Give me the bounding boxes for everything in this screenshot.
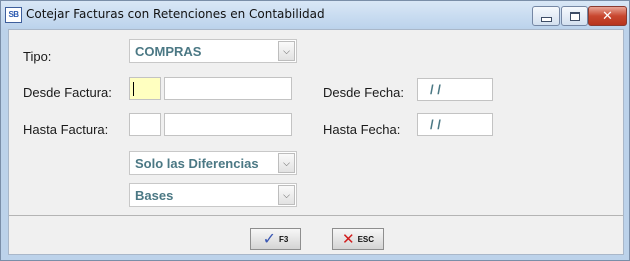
close-icon: ✕ xyxy=(602,8,613,24)
title-bar[interactable]: SB Cotejar Facturas con Retenciones en C… xyxy=(1,1,629,28)
cancel-esc-button[interactable]: ✕ ESC xyxy=(332,228,384,250)
filter-form: Tipo: COMPRAS ⌵ Desde Factura: Desde Fec… xyxy=(9,30,623,216)
desde-fecha-value: / / xyxy=(430,82,441,97)
hasta-fecha-label: Hasta Fecha: xyxy=(323,122,401,137)
app-icon[interactable]: SB xyxy=(5,7,22,23)
minimize-icon xyxy=(540,16,552,22)
desde-fecha-input[interactable]: / / xyxy=(417,78,493,101)
client-area: Tipo: COMPRAS ⌵ Desde Factura: Desde Fec… xyxy=(8,29,624,255)
chevron-down-icon[interactable]: ⌵ xyxy=(278,41,295,61)
chevron-down-icon[interactable]: ⌵ xyxy=(278,153,295,173)
chevron-down-icon[interactable]: ⌵ xyxy=(278,185,295,205)
close-button[interactable]: ✕ xyxy=(588,6,627,26)
red-x-icon: ✕ xyxy=(341,229,355,248)
maximize-button[interactable] xyxy=(561,6,588,26)
tipo-select-value: COMPRAS xyxy=(135,44,202,59)
hasta-fecha-input[interactable]: / / xyxy=(417,113,493,136)
desde-factura-numero-input[interactable] xyxy=(164,77,292,100)
modo-select[interactable]: Bases ⌵ xyxy=(129,183,297,207)
hasta-factura-serie-input[interactable] xyxy=(129,113,161,136)
button-bar: ✓ F3 ✕ ESC xyxy=(9,217,623,254)
hasta-factura-numero-input[interactable] xyxy=(164,113,292,136)
text-caret xyxy=(133,82,134,96)
desde-fecha-label: Desde Fecha: xyxy=(323,85,404,100)
desde-factura-serie-input[interactable] xyxy=(129,77,161,100)
modo-select-value: Bases xyxy=(135,188,174,203)
checkmark-icon: ✓ xyxy=(262,229,277,248)
dialog-window: SB Cotejar Facturas con Retenciones en C… xyxy=(0,0,630,261)
tipo-select[interactable]: COMPRAS ⌵ xyxy=(129,39,297,63)
filtro-select[interactable]: Solo las Diferencias ⌵ xyxy=(129,151,297,175)
minimize-button[interactable] xyxy=(532,6,560,26)
confirm-button-label: F3 xyxy=(279,234,289,244)
filtro-select-value: Solo las Diferencias xyxy=(135,156,259,171)
maximize-icon xyxy=(569,11,580,21)
confirm-f3-button[interactable]: ✓ F3 xyxy=(250,228,301,250)
tipo-label: Tipo: xyxy=(23,49,52,64)
window-title: Cotejar Facturas con Retenciones en Cont… xyxy=(26,7,325,21)
cancel-button-label: ESC xyxy=(357,234,375,244)
desde-factura-label: Desde Factura: xyxy=(23,85,112,100)
hasta-factura-label: Hasta Factura: xyxy=(23,122,109,137)
hasta-fecha-value: / / xyxy=(430,117,441,132)
